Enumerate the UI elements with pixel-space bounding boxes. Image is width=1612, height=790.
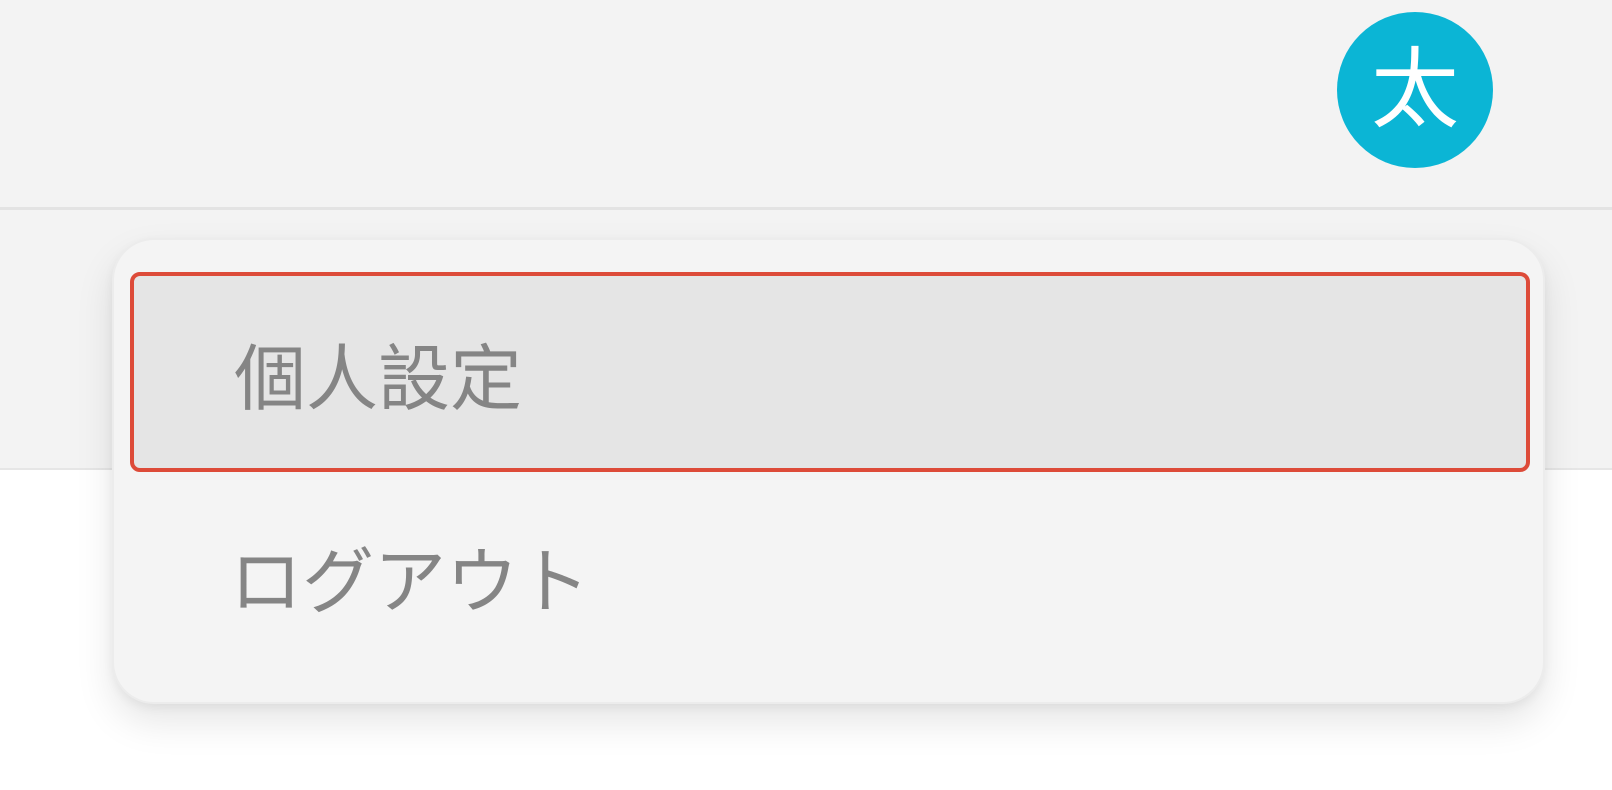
menu-item-logout[interactable]: ログアウト xyxy=(130,475,1530,675)
menu-item-label: 個人設定 xyxy=(234,336,523,421)
user-avatar-button[interactable]: 太 xyxy=(1337,12,1493,168)
menu-item-personal-settings[interactable]: 個人設定 xyxy=(130,272,1530,472)
top-header-bar: 太 xyxy=(0,0,1612,210)
avatar-initial: 太 xyxy=(1370,38,1459,141)
menu-item-label: ログアウト xyxy=(230,539,591,624)
user-menu-dropdown: 個人設定 ログアウト xyxy=(112,238,1545,704)
